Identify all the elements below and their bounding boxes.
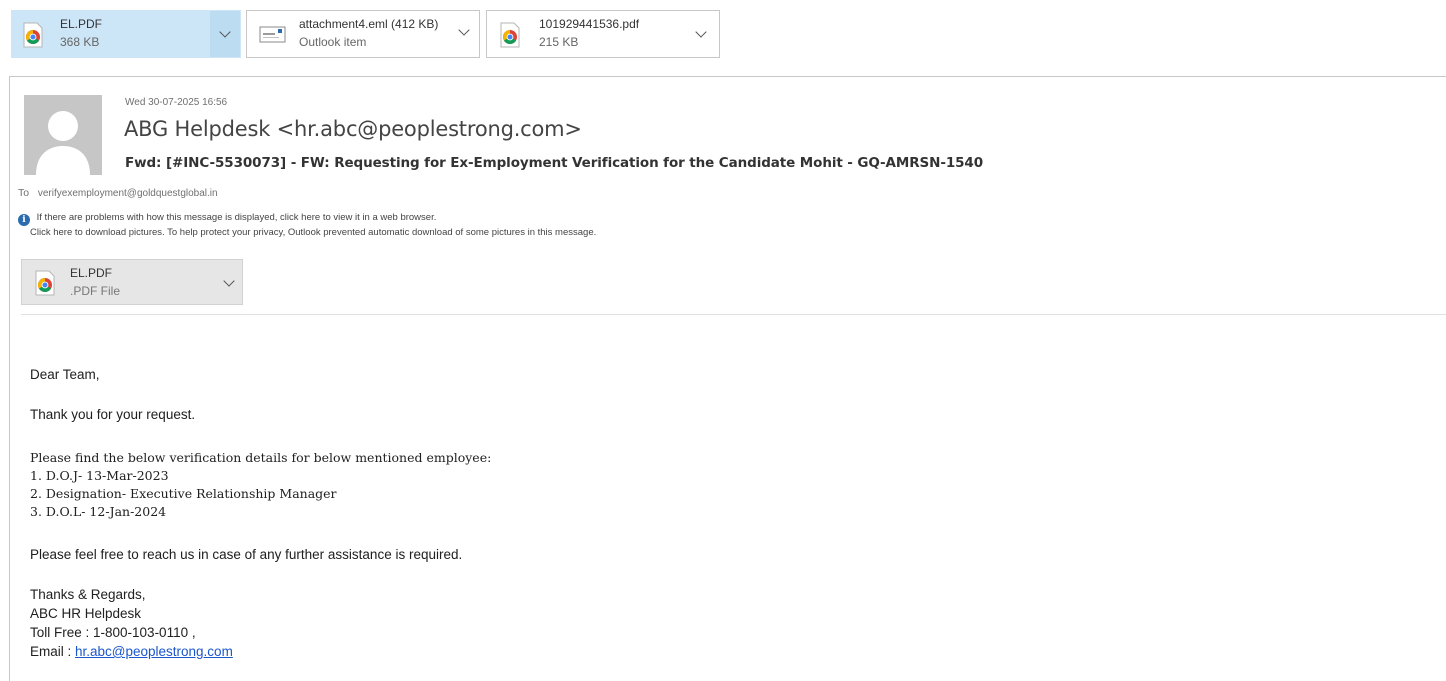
attachment-size: 368 KB [60, 35, 100, 49]
signature: Thanks & Regards, ABC HR Helpdesk Toll F… [30, 585, 233, 661]
attachment-name: EL.PDF [60, 17, 103, 31]
chrome-pdf-icon [500, 22, 520, 48]
attachment-name: attachment4.eml (412 KB) [299, 17, 439, 31]
detail-designation: 2. Designation- Executive Relationship M… [30, 486, 337, 501]
signature-email-row: Email : hr.abc@peoplestrong.com [30, 642, 233, 661]
attachment-menu-button[interactable] [210, 11, 240, 57]
sender-name[interactable]: ABG Helpdesk <hr.abc@peoplestrong.com> [124, 117, 582, 141]
infobar-line-browser[interactable]: If there are problems with how this mess… [37, 212, 437, 223]
message-date: Wed 30-07-2025 16:56 [125, 97, 228, 108]
thanks-line: Thank you for your request. [30, 407, 196, 422]
chrome-pdf-icon [23, 22, 43, 48]
inline-attachment-type: .PDF File [70, 284, 121, 298]
attachment-eml[interactable]: attachment4.eml (412 KB) Outlook item [246, 10, 480, 58]
closing-line: Please feel free to reach us in case of … [30, 547, 463, 562]
chevron-down-icon [458, 24, 470, 36]
message-subject: Fwd: [#INC-5530073] - FW: Requesting for… [125, 155, 984, 171]
infobar-line-pictures[interactable]: Click here to download pictures. To help… [30, 227, 596, 238]
signature-team: ABC HR Helpdesk [30, 606, 142, 621]
details-intro: Please find the below verification detai… [30, 450, 492, 465]
chevron-down-icon [695, 26, 707, 38]
verification-details: Please find the below verification detai… [30, 449, 491, 521]
chevron-down-icon[interactable] [223, 275, 235, 287]
signature-regards: Thanks & Regards, [30, 587, 146, 602]
attachment-menu-button[interactable] [689, 11, 719, 57]
person-icon [24, 95, 102, 175]
attachment-name: 101929441536.pdf [539, 17, 640, 31]
header-divider [21, 314, 1446, 315]
signature-toll-free: Toll Free : 1-800-103-0110 , [30, 625, 196, 640]
detail-dol: 3. D.O.L- 12-Jan-2024 [30, 504, 167, 519]
chrome-pdf-icon [35, 270, 55, 296]
inline-attachment[interactable]: EL.PDF .PDF File [21, 259, 243, 305]
outlook-item-icon [259, 26, 286, 43]
message-pane: Wed 30-07-2025 16:56 ABG Helpdesk <hr.ab… [9, 76, 1446, 681]
recipient-address[interactable]: verifyexemployment@goldquestglobal.in [38, 188, 218, 199]
signature-email-label: Email : [30, 644, 76, 659]
detail-doj: 1. D.O.J- 13-Mar-2023 [30, 468, 169, 483]
infobar[interactable]: i If there are problems with how this me… [18, 211, 596, 240]
attachment-pdf-2[interactable]: 101929441536.pdf 215 KB [486, 10, 720, 58]
chevron-down-icon [219, 26, 231, 38]
attachment-bar: EL.PDF 368 KB attachment4.eml (412 KB) O… [0, 0, 1446, 66]
attachment-size: Outlook item [299, 35, 367, 49]
attachment-menu-button[interactable] [449, 11, 479, 57]
to-label: To [18, 187, 30, 199]
info-icon: i [18, 214, 30, 226]
greeting: Dear Team, [30, 367, 100, 382]
attachment-el-pdf[interactable]: EL.PDF 368 KB [11, 10, 241, 58]
avatar [24, 95, 102, 175]
recipient-row: To verifyexemployment@goldquestglobal.in [18, 187, 218, 199]
signature-email-link[interactable]: hr.abc@peoplestrong.com [75, 644, 233, 659]
attachment-size: 215 KB [539, 35, 579, 49]
inline-attachment-name: EL.PDF [70, 266, 113, 280]
